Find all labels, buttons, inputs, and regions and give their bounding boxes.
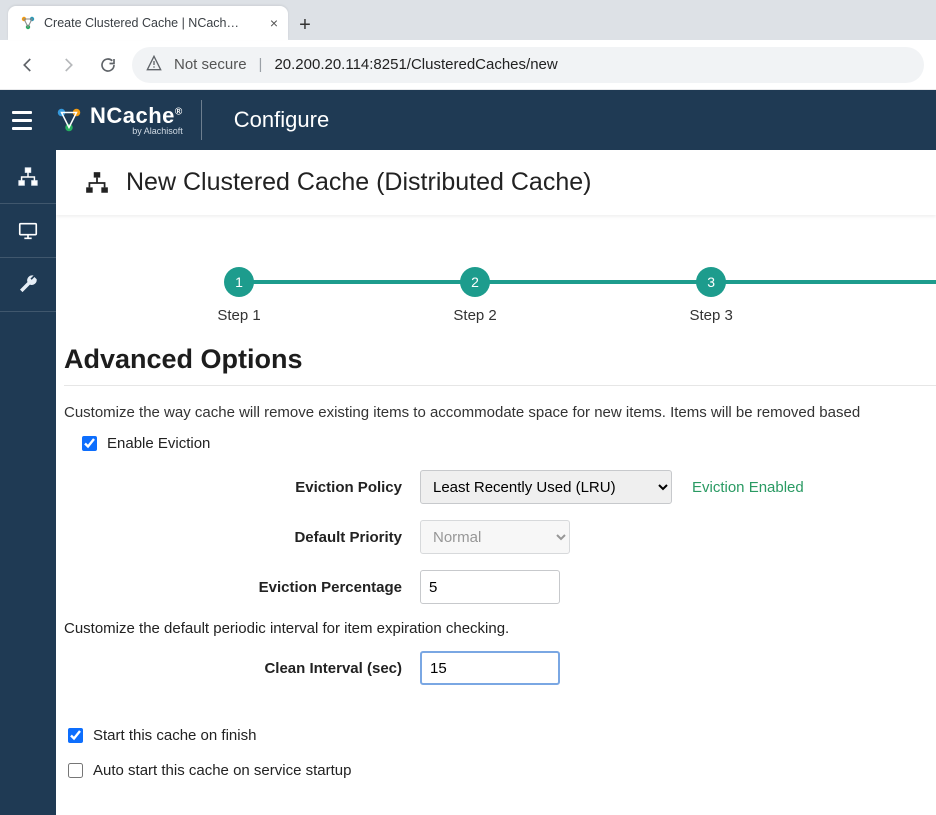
app-header: NCache® by Alachisoft Configure	[0, 90, 936, 150]
eviction-policy-label: Eviction Policy	[64, 479, 420, 496]
close-icon[interactable]: ×	[270, 15, 278, 31]
auto-start-label: Auto start this cache on service startup	[93, 762, 351, 779]
eviction-status: Eviction Enabled	[692, 479, 804, 496]
stepper: 1 Step 1 2 Step 2 3 Step 3	[239, 267, 936, 324]
step-dot: 3	[696, 267, 726, 297]
reload-button[interactable]	[92, 49, 124, 81]
tab-title: Create Clustered Cache | NCach…	[44, 16, 262, 30]
brand[interactable]: NCache® by Alachisoft	[54, 100, 202, 140]
not-secure-icon	[146, 55, 162, 74]
forward-button[interactable]	[52, 49, 84, 81]
step-label: Step 2	[453, 307, 496, 324]
step-bar	[239, 280, 475, 284]
default-priority-label: Default Priority	[64, 529, 420, 546]
monitor-icon	[17, 220, 39, 242]
auto-start-checkbox[interactable]: Auto start this cache on service startup	[68, 762, 936, 779]
clean-interval-label: Clean Interval (sec)	[64, 660, 420, 677]
omnibox-separator: |	[259, 56, 263, 73]
step-dot: 1	[224, 267, 254, 297]
start-on-finish-input[interactable]	[68, 728, 83, 743]
sidebar-item-settings[interactable]	[0, 258, 56, 312]
auto-start-input[interactable]	[68, 763, 83, 778]
new-tab-button[interactable]: +	[288, 10, 322, 40]
step-label: Step 1	[217, 307, 260, 324]
page-url: 20.200.20.114:8251/ClusteredCaches/new	[274, 56, 557, 73]
wrench-icon	[17, 274, 39, 296]
brand-name: NCache®	[90, 105, 183, 127]
eviction-percentage-input[interactable]	[420, 570, 560, 604]
step-dot: 2	[460, 267, 490, 297]
enable-eviction-input[interactable]	[82, 436, 97, 451]
eviction-percentage-label: Eviction Percentage	[64, 579, 420, 596]
not-secure-label: Not secure	[174, 56, 247, 73]
tabstrip: Create Clustered Cache | NCach… × +	[0, 0, 936, 40]
omnibox[interactable]: Not secure | 20.200.20.114:8251/Clustere…	[132, 47, 924, 83]
header-title: Configure	[234, 107, 329, 133]
eviction-description: Customize the way cache will remove exis…	[64, 404, 936, 421]
logo-icon	[54, 105, 84, 135]
step-bar	[711, 280, 936, 284]
page-head: New Clustered Cache (Distributed Cache)	[56, 150, 936, 215]
browser-tab-active[interactable]: Create Clustered Cache | NCach… ×	[8, 6, 288, 40]
enable-eviction-label: Enable Eviction	[107, 435, 210, 452]
enable-eviction-checkbox[interactable]: Enable Eviction	[82, 435, 936, 452]
section-title: Advanced Options	[64, 344, 936, 386]
brand-sub: by Alachisoft	[132, 127, 183, 136]
clean-interval-description: Customize the default periodic interval …	[64, 620, 936, 637]
sidebar-item-local[interactable]	[0, 204, 56, 258]
browser-chrome: Create Clustered Cache | NCach… × + Not …	[0, 0, 936, 90]
sidebar	[0, 150, 56, 815]
step-bar	[475, 280, 711, 284]
content: New Clustered Cache (Distributed Cache) …	[56, 150, 936, 815]
default-priority-select[interactable]: Normal	[420, 520, 570, 554]
clean-interval-input[interactable]	[420, 651, 560, 685]
sitemap-icon	[84, 170, 110, 196]
eviction-policy-select[interactable]: Least Recently Used (LRU)	[420, 470, 672, 504]
step-label: Step 3	[689, 307, 732, 324]
back-button[interactable]	[12, 49, 44, 81]
start-on-finish-label: Start this cache on finish	[93, 727, 256, 744]
sitemap-icon	[17, 166, 39, 188]
sidebar-item-clustered[interactable]	[0, 150, 56, 204]
page-title: New Clustered Cache (Distributed Cache)	[126, 168, 591, 197]
start-on-finish-checkbox[interactable]: Start this cache on finish	[68, 727, 936, 744]
menu-toggle-icon[interactable]	[12, 106, 40, 134]
favicon-icon	[20, 15, 36, 31]
address-bar: Not secure | 20.200.20.114:8251/Clustere…	[0, 40, 936, 90]
